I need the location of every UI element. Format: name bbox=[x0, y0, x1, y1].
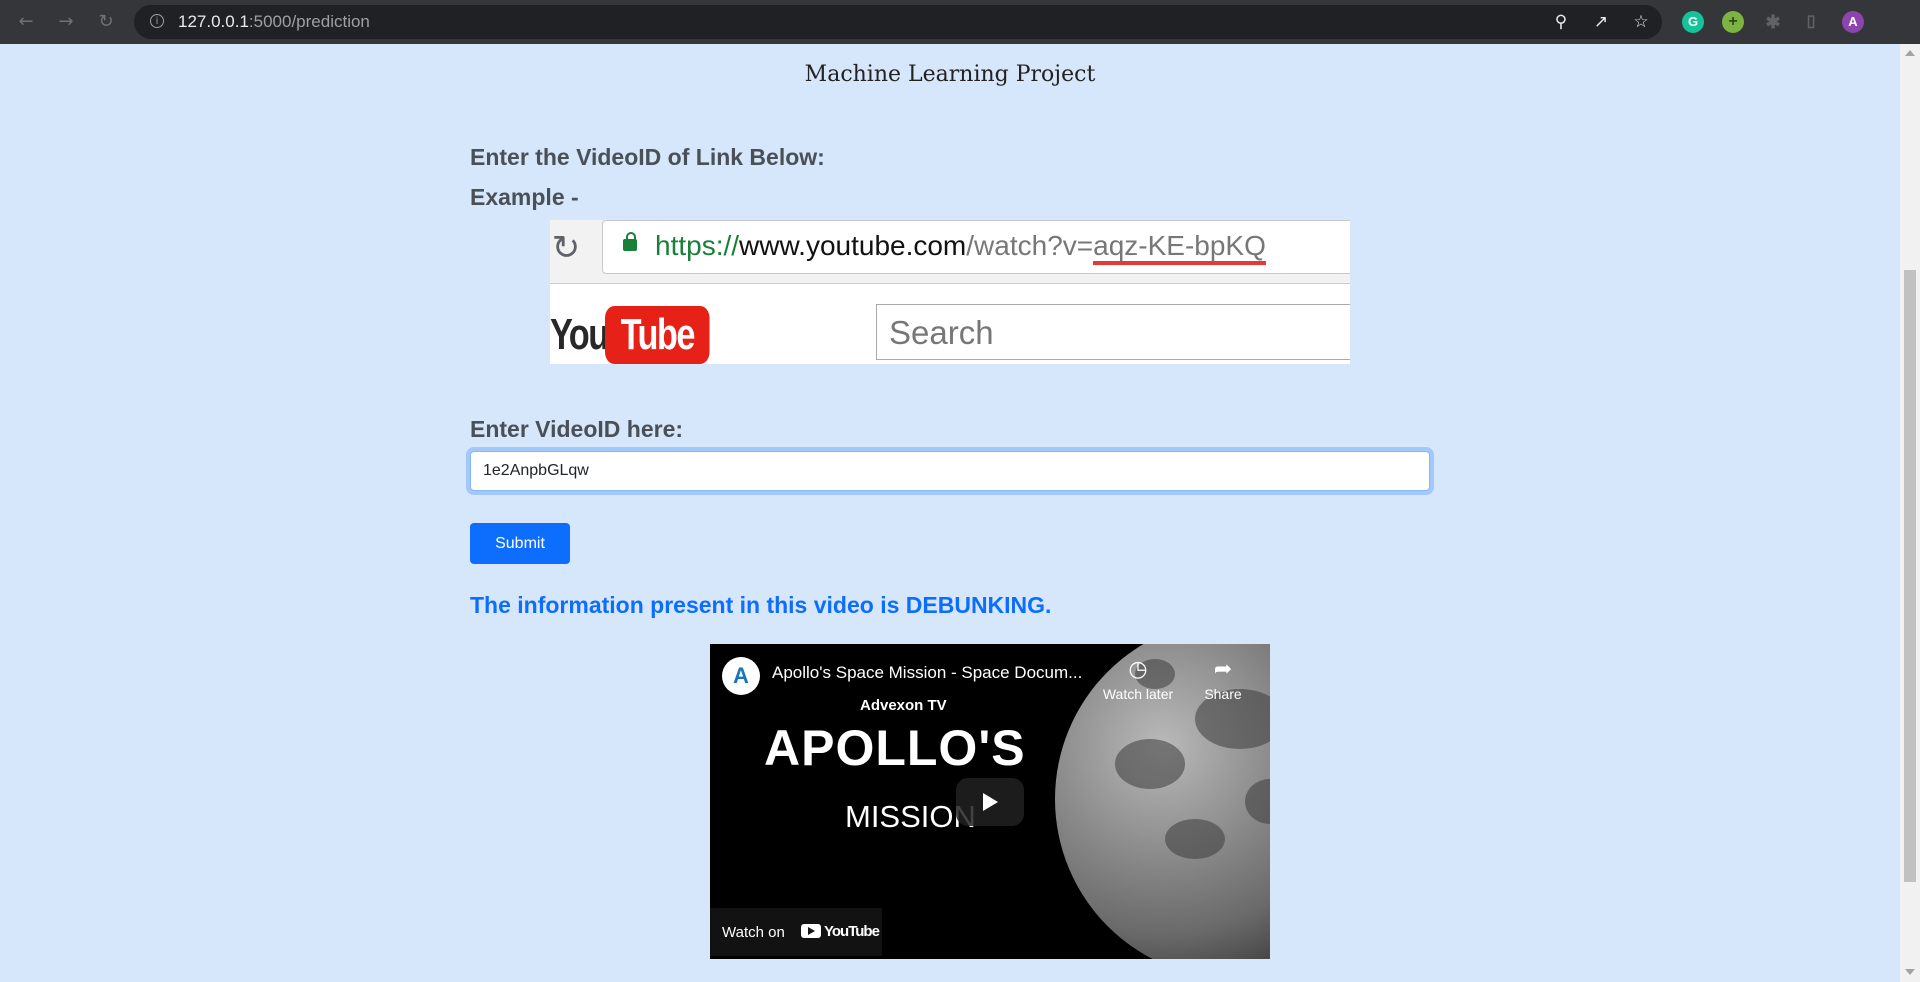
page-title: Machine Learning Project bbox=[804, 62, 1096, 87]
back-icon[interactable]: ← bbox=[14, 10, 38, 34]
browser-toolbar: ← → ↻ i 127.0.0.1:5000/prediction ⚲ ↗ ☆ … bbox=[0, 0, 1920, 44]
video-id-input[interactable] bbox=[470, 451, 1430, 491]
reload-icon[interactable]: ↻ bbox=[94, 10, 118, 34]
embedded-video-player[interactable]: A Apollo's Space Mission - Space Docum..… bbox=[710, 644, 1270, 959]
video-headline: APOLLO'S bbox=[764, 720, 1026, 776]
address-bar[interactable]: i 127.0.0.1:5000/prediction ⚲ ↗ ☆ bbox=[134, 5, 1662, 39]
video-title[interactable]: Apollo's Space Mission - Space Docum... bbox=[772, 663, 1102, 683]
side-panel-icon[interactable]: ▯ bbox=[1800, 11, 1822, 33]
profile-avatar[interactable]: A bbox=[1842, 11, 1864, 33]
instruction-label: Enter the VideoID of Link Below: bbox=[470, 144, 825, 170]
scroll-down-arrow-icon[interactable] bbox=[1905, 969, 1915, 975]
video-id-label: Enter VideoID here: bbox=[470, 416, 684, 442]
example-label: Example - bbox=[470, 184, 579, 210]
extension-green-icon[interactable]: + bbox=[1722, 11, 1744, 33]
video-brand-text: Advexon TV bbox=[860, 697, 947, 714]
zoom-icon[interactable]: ⚲ bbox=[1552, 13, 1570, 31]
play-button-icon[interactable] bbox=[956, 778, 1024, 826]
example-browser-bar: ↻ https://www.youtube.com/watch?v=aqz-KE… bbox=[550, 220, 1350, 284]
bookmark-star-icon[interactable]: ☆ bbox=[1632, 13, 1650, 31]
share-button[interactable]: ➦ Share bbox=[1183, 656, 1263, 702]
example-url: https://www.youtube.com/watch?v=aqz-KE-b… bbox=[655, 230, 1266, 265]
forward-icon[interactable]: → bbox=[54, 10, 78, 34]
example-url-box: https://www.youtube.com/watch?v=aqz-KE-b… bbox=[602, 220, 1350, 274]
clock-icon: ◷ bbox=[1128, 656, 1148, 681]
scroll-up-arrow-icon[interactable] bbox=[1905, 50, 1915, 56]
share-page-icon[interactable]: ↗ bbox=[1592, 13, 1610, 31]
extensions-puzzle-icon[interactable]: ✱ bbox=[1762, 11, 1784, 33]
grammarly-extension-icon[interactable]: G bbox=[1682, 11, 1704, 33]
page-scrollbar[interactable] bbox=[1900, 44, 1920, 982]
example-video-id: aqz-KE-bpKQ bbox=[1093, 230, 1266, 265]
share-arrow-icon: ➦ bbox=[1213, 656, 1233, 681]
prediction-result: The information present in this video is… bbox=[470, 592, 1052, 618]
address-url[interactable]: 127.0.0.1:5000/prediction bbox=[178, 12, 370, 32]
channel-avatar-icon[interactable]: A bbox=[722, 657, 760, 695]
youtube-mini-icon bbox=[801, 924, 821, 938]
example-image: ↻ https://www.youtube.com/watch?v=aqz-KE… bbox=[550, 220, 1350, 364]
submit-button[interactable]: Submit bbox=[470, 523, 570, 564]
example-lock-icon bbox=[623, 232, 637, 251]
example-reload-icon: ↻ bbox=[551, 228, 581, 268]
site-info-icon[interactable]: i bbox=[150, 14, 164, 28]
scrollbar-thumb[interactable] bbox=[1904, 270, 1916, 882]
example-search-box: Search bbox=[876, 304, 1350, 360]
watch-later-button[interactable]: ◷ Watch later bbox=[1098, 656, 1178, 702]
watch-on-youtube-button[interactable]: Watch on YouTube bbox=[710, 908, 882, 956]
